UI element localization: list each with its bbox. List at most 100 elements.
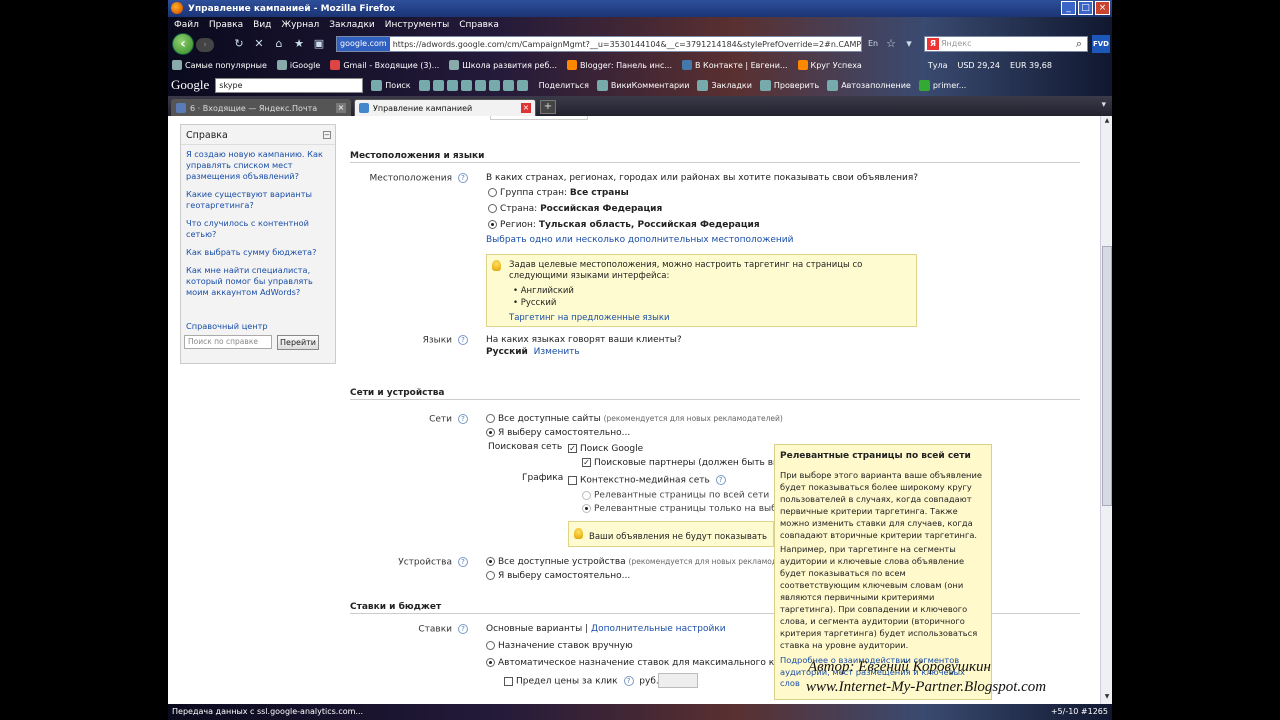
bookmark-most-visited[interactable]: Самые популярные [172, 60, 267, 70]
new-tab-button[interactable]: + [540, 100, 556, 114]
google-search-option[interactable]: ✓ Поиск Google [568, 444, 643, 454]
address-bar[interactable]: google.com https://adwords.google.com/cm… [336, 36, 862, 52]
collapse-icon[interactable]: − [323, 131, 331, 139]
radio-country-group[interactable] [488, 188, 497, 197]
bookmark-school[interactable]: Школа развития реб... [449, 60, 557, 70]
bookmark-star-icon[interactable]: ☆ [884, 37, 898, 51]
bookmark-vkontakte[interactable]: В Контакте | Евгени... [681, 60, 788, 70]
help-search-button[interactable]: Перейти [277, 335, 319, 350]
devices-custom-option[interactable]: Я выберу самостоятельно... [486, 571, 630, 581]
help-search-input[interactable]: Поиск по справке [184, 335, 272, 349]
radio-manual-bidding[interactable] [486, 641, 495, 650]
menu-view[interactable]: Вид [253, 20, 271, 30]
help-link-budget[interactable]: Как выбрать сумму бюджета? [186, 247, 330, 258]
dropdown-icon[interactable]: ▾ [902, 37, 916, 51]
help-link-placements[interactable]: Я создаю новую кампанию. Как управлять с… [186, 149, 330, 182]
toolbar-icons[interactable] [418, 79, 531, 91]
help-icon[interactable]: ? [715, 475, 726, 485]
autofill-button[interactable]: Автозаполнение [827, 79, 911, 91]
language-indicator[interactable]: En [866, 37, 880, 51]
suggested-languages-link[interactable]: Таргетинг на предложенные языки [509, 313, 670, 323]
close-tab-icon[interactable]: × [336, 103, 346, 113]
home-icon[interactable]: ⌂ [272, 37, 286, 51]
help-icon[interactable]: ? [458, 624, 468, 634]
cpc-limit-checkbox[interactable] [504, 676, 513, 686]
menu-bookmarks[interactable]: Закладки [329, 20, 375, 30]
radio-country[interactable] [488, 204, 497, 213]
devices-all-option[interactable]: Все доступные устройства (рекомендуется … [486, 557, 777, 567]
spellcheck-button[interactable]: Проверить [759, 79, 819, 91]
bookmark-gmail[interactable]: Gmail - Входящие (3)... [330, 60, 439, 70]
relevant-all-option[interactable]: Релевантные страницы по всей сети ? [582, 490, 787, 501]
manual-bidding-option[interactable]: Назначение ставок вручную [486, 641, 633, 651]
location-option-country-group[interactable]: Группа стран: Все страны [488, 188, 629, 198]
tab-yandex-mail[interactable]: 6 · Входящие — Яндекс.Почта × [171, 99, 351, 116]
screen-icon[interactable]: ▣ [312, 37, 326, 51]
fvd-button[interactable]: FVD [1092, 35, 1110, 53]
menu-tools[interactable]: Инструменты [385, 20, 449, 30]
networks-all-option[interactable]: Все доступные сайты (рекомендуется для н… [486, 414, 783, 424]
display-network-checkbox[interactable] [568, 475, 577, 485]
radio-networks-all[interactable] [486, 414, 495, 423]
bookmark-krug[interactable]: Круг Успеха [797, 60, 862, 70]
display-network-option[interactable]: Контекстно-медийная сеть? [568, 475, 726, 486]
close-tab-icon[interactable]: × [521, 103, 531, 113]
help-icon[interactable]: ? [458, 557, 468, 567]
maximize-button[interactable]: □ [1078, 1, 1093, 15]
star-addon-icon[interactable]: ★ [292, 37, 306, 51]
cpc-limit-input[interactable] [658, 673, 698, 688]
minimize-button[interactable]: _ [1061, 1, 1076, 15]
scroll-down-icon[interactable]: ▼ [1102, 693, 1112, 703]
change-languages-link[interactable]: Изменить [534, 347, 580, 357]
relevant-some-option[interactable]: Релевантные страницы только на выбра [582, 504, 788, 514]
networks-custom-option[interactable]: Я выберу самостоятельно... [486, 428, 630, 438]
tab-campaign-management[interactable]: Управление кампанией × [354, 99, 536, 116]
search-field[interactable]: Я Яндекс [924, 36, 1088, 52]
help-link-content-network[interactable]: Что случилось с контентной сетью? [186, 218, 330, 240]
bookmark-blogger[interactable]: Blogger: Панель инс... [567, 60, 672, 70]
help-icon[interactable]: ? [458, 335, 468, 345]
auto-bidding-option[interactable]: Автоматическое назначение ставок для мак… [486, 658, 797, 668]
wiki-comments-button[interactable]: ВикиКомментарии [596, 79, 689, 91]
basic-options[interactable]: Основные варианты [486, 624, 582, 634]
reload-icon[interactable]: ↻ [232, 37, 246, 51]
bookmark-igoogle[interactable]: iGoogle [276, 60, 320, 70]
help-center-link[interactable]: Справочный центр [186, 321, 268, 332]
close-window-button[interactable]: × [1095, 1, 1110, 15]
back-button[interactable]: ‹ [172, 33, 194, 55]
google-search-checkbox[interactable]: ✓ [568, 444, 577, 453]
more-locations-link[interactable]: Выбрать одно или несколько дополнительны… [486, 235, 793, 245]
radio-relevant-some[interactable] [582, 504, 591, 513]
url-text[interactable]: https://adwords.google.com/cm/CampaignMg… [393, 40, 861, 49]
tab-list-icon[interactable]: ▾ [1101, 100, 1106, 110]
menu-file[interactable]: Файл [174, 20, 199, 30]
help-icon[interactable]: ? [458, 414, 468, 424]
radio-devices-custom[interactable] [486, 571, 495, 580]
help-icon[interactable]: ? [623, 676, 634, 686]
profile-button[interactable]: primer... [918, 79, 966, 91]
scroll-thumb[interactable] [1102, 246, 1112, 506]
radio-networks-custom[interactable] [486, 428, 495, 437]
cpc-limit-option[interactable]: Предел цены за клик? руб. [504, 676, 659, 687]
search-partners-option[interactable]: ✓ Поисковые партнеры (должен быть вклю [582, 458, 792, 468]
google-toolbar-search-input[interactable]: skype [215, 77, 364, 93]
help-link-geotargeting[interactable]: Какие существуют варианты геотаргетинга? [186, 189, 330, 211]
radio-auto-bidding[interactable] [486, 658, 495, 667]
stop-icon[interactable]: ✕ [252, 37, 266, 51]
site-identity-badge[interactable]: google.com [337, 37, 390, 51]
radio-region[interactable] [488, 220, 497, 229]
vertical-scrollbar[interactable]: ▲ ▼ [1100, 116, 1112, 704]
menu-help[interactable]: Справка [459, 20, 499, 30]
forward-button[interactable]: › [196, 38, 214, 52]
share-button[interactable]: Поделиться [539, 81, 589, 90]
advanced-settings-link[interactable]: Дополнительные настройки [591, 624, 726, 634]
google-search-button[interactable]: Поиск [371, 79, 411, 91]
search-partners-checkbox[interactable]: ✓ [582, 458, 591, 467]
location-option-region[interactable]: Регион: Тульская область, Российская Фед… [488, 220, 760, 230]
radio-devices-all[interactable] [486, 557, 495, 566]
radio-relevant-all[interactable] [582, 490, 591, 500]
location-option-country[interactable]: Страна: Российская Федерация [488, 204, 662, 214]
menu-history[interactable]: Журнал [281, 20, 319, 30]
help-icon[interactable]: ? [458, 173, 468, 183]
bookmarks-button[interactable]: Закладки [697, 79, 752, 91]
